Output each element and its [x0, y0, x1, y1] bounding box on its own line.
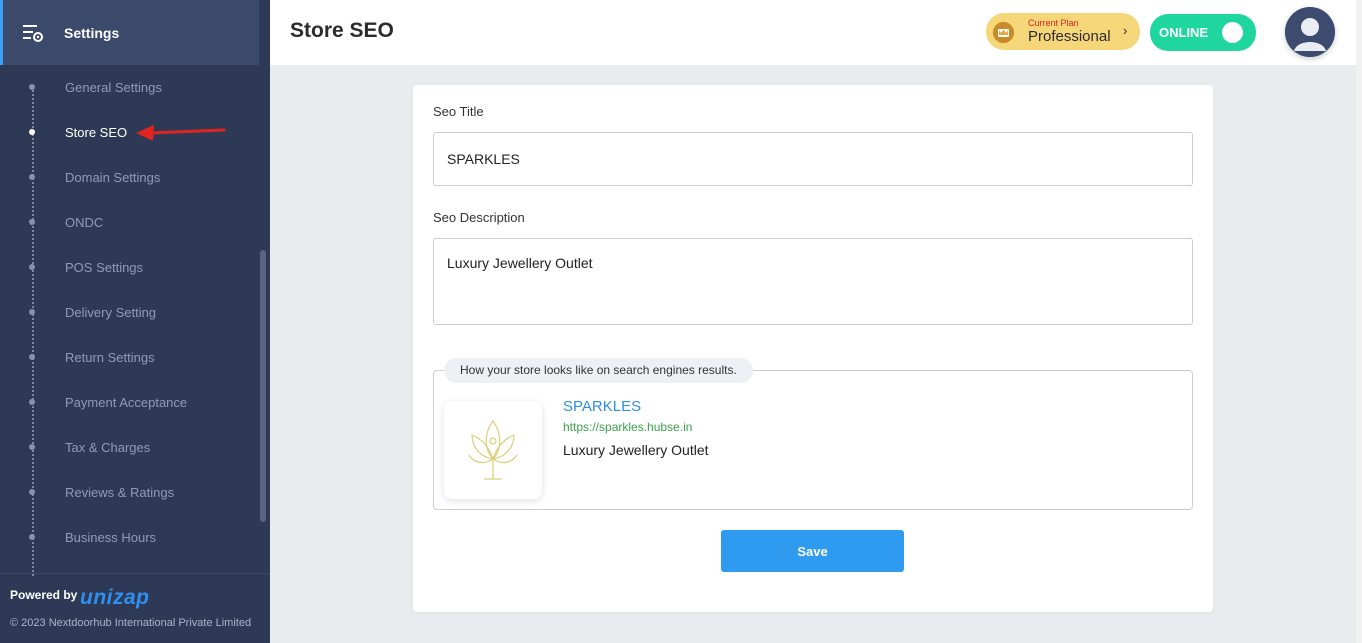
avatar[interactable] — [1285, 7, 1335, 57]
sidebar-item-label: Domain Settings — [65, 169, 161, 185]
bullet-dot — [29, 444, 35, 450]
bullet-dot — [29, 219, 35, 225]
sidebar-title: Settings — [64, 24, 120, 41]
toggle-knob — [1222, 22, 1243, 43]
bullet-dot — [29, 489, 35, 495]
online-status-toggle[interactable]: ONLINE — [1150, 14, 1256, 51]
sidebar-item-ondc[interactable]: ONDC — [0, 210, 255, 234]
status-text: ONLINE — [1159, 25, 1209, 40]
powered-by-label: Powered by — [10, 588, 78, 602]
sidebar-item-label: POS Settings — [65, 259, 144, 275]
sidebar-scrollbar[interactable] — [260, 250, 266, 522]
page-scrollbar[interactable] — [1356, 0, 1362, 643]
store-seo-card: Seo Title Seo Description Luxury Jewelle… — [413, 85, 1213, 612]
seo-description-input[interactable]: Luxury Jewellery Outlet — [433, 238, 1193, 325]
page-title: Store SEO — [290, 19, 394, 42]
sidebar-header[interactable]: Settings — [0, 0, 259, 65]
sidebar-item-domain-settings[interactable]: Domain Settings — [0, 165, 255, 189]
bullet-dot — [29, 264, 35, 270]
bullet-dot — [29, 129, 35, 135]
preview-title[interactable]: SPARKLES — [563, 398, 641, 415]
plan-value: Professional — [1028, 28, 1111, 45]
current-plan-badge[interactable]: Current Plan Professional › — [986, 13, 1140, 50]
sidebar-item-general-settings[interactable]: General Settings — [0, 75, 255, 99]
annotation-arrow-icon — [136, 125, 226, 140]
sidebar-item-label: ONDC — [65, 214, 104, 230]
sidebar-item-payment-acceptance[interactable]: Payment Acceptance — [0, 390, 255, 414]
sidebar: Settings General Settings Store SEO Doma… — [0, 0, 270, 643]
save-button[interactable]: Save — [721, 530, 904, 572]
sidebar-item-label: Payment Acceptance — [65, 394, 188, 410]
crown-icon — [993, 22, 1014, 43]
seo-description-label: Seo Description — [433, 210, 525, 225]
sidebar-item-return-settings[interactable]: Return Settings — [0, 345, 255, 369]
sidebar-item-pos-settings[interactable]: POS Settings — [0, 255, 255, 279]
store-logo — [444, 401, 542, 499]
preview-description: Luxury Jewellery Outlet — [563, 442, 709, 458]
sidebar-item-label: Store SEO — [65, 124, 128, 140]
sidebar-item-label: Return Settings — [65, 349, 155, 365]
search-preview-caption: How your store looks like on search engi… — [444, 358, 753, 383]
sidebar-item-label: Tax & Charges — [65, 439, 151, 455]
copyright-text: © 2023 Nextdoorhub International Private… — [10, 617, 252, 629]
bullet-dot — [29, 399, 35, 405]
sidebar-item-delivery-setting[interactable]: Delivery Setting — [0, 300, 255, 324]
sidebar-item-label: Business Hours — [65, 529, 157, 545]
sidebar-item-label: Delivery Setting — [65, 304, 157, 320]
bullet-dot — [29, 354, 35, 360]
chevron-right-icon: › — [1123, 23, 1128, 38]
preview-url[interactable]: https://sparkles.hubse.in — [563, 420, 692, 434]
sidebar-item-business-hours[interactable]: Business Hours — [0, 525, 255, 549]
bullet-dot — [29, 174, 35, 180]
sidebar-item-label: General Settings — [65, 79, 162, 95]
bullet-dot — [29, 84, 35, 90]
seo-title-input[interactable] — [433, 132, 1193, 186]
sidebar-item-tax-charges[interactable]: Tax & Charges — [0, 435, 255, 459]
user-icon — [1285, 7, 1335, 57]
sidebar-footer: Powered by unizap © 2023 Nextdoorhub Int… — [0, 573, 270, 643]
bullet-dot — [29, 534, 35, 540]
search-preview-box — [433, 370, 1193, 510]
plan-label: Current Plan — [1028, 18, 1079, 28]
lotus-logo-icon — [468, 419, 518, 480]
sidebar-item-label: Reviews & Ratings — [65, 484, 175, 500]
top-bar: Store SEO Current Plan Professional › ON… — [270, 0, 1356, 65]
brand-logo: unizap — [80, 586, 150, 609]
seo-title-label: Seo Title — [433, 104, 484, 119]
sidebar-item-reviews-ratings[interactable]: Reviews & Ratings — [0, 480, 255, 504]
bullet-dot — [29, 309, 35, 315]
settings-list-icon — [23, 24, 43, 42]
